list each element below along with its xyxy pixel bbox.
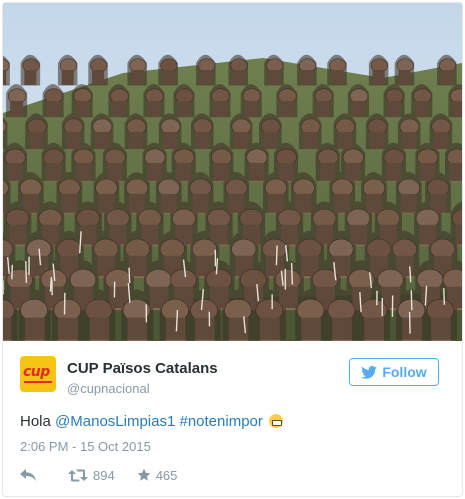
hashtag-link[interactable]: #notenimpor — [179, 413, 262, 430]
star-icon — [137, 468, 151, 481]
retweet-icon — [68, 469, 88, 481]
cup-logo-icon: cup — [23, 364, 50, 380]
mention-link[interactable]: @ManosLimpias1 — [55, 413, 175, 430]
embedded-tweet-card: cup CUP Països Catalans @cupnacional Fol… — [2, 2, 463, 497]
photo-image — [3, 3, 462, 341]
retweet-count: 894 — [93, 467, 115, 483]
favorite-count: 465 — [155, 467, 178, 483]
retweet-button[interactable]: 894 — [68, 468, 115, 483]
tweet-timestamp[interactable]: 2:06 PM - 15 Oct 2015 — [20, 439, 151, 454]
favorite-button[interactable]: 465 — [137, 467, 178, 483]
tweet-text-start: Hola — [20, 413, 56, 430]
reply-icon — [20, 469, 36, 481]
reply-button[interactable] — [20, 469, 36, 481]
tweet-photo[interactable] — [3, 3, 462, 341]
author-display-name[interactable]: CUP Països Catalans — [67, 360, 218, 377]
tweet-actions: 894 465 — [20, 465, 177, 485]
tweet-header: cup CUP Països Catalans @cupnacional Fol… — [3, 341, 462, 405]
logo-underline — [24, 381, 52, 383]
follow-button[interactable]: Follow — [349, 358, 439, 386]
twitter-bird-icon — [361, 365, 378, 379]
grimacing-face-icon — [269, 414, 284, 428]
avatar[interactable]: cup — [20, 356, 56, 392]
follow-label: Follow — [382, 364, 427, 380]
tweet-text: Hola @ManosLimpias1 #notenimpor — [20, 413, 284, 430]
author-screen-name[interactable]: @cupnacional — [67, 381, 150, 396]
